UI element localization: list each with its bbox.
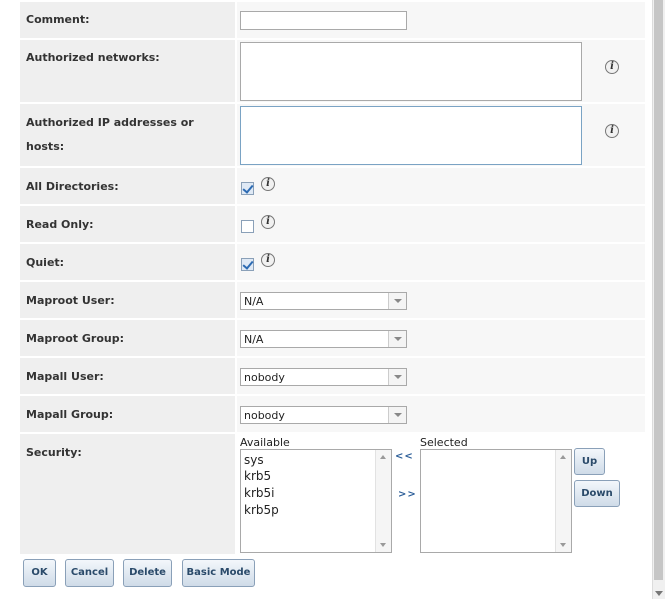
mapall-group-select[interactable]: nobody: [240, 406, 407, 424]
chevron-down-icon[interactable]: [388, 293, 406, 309]
authorized-networks-textarea[interactable]: [240, 42, 582, 101]
mapall-user-select[interactable]: nobody: [240, 368, 407, 386]
scrollbar-thumb[interactable]: [654, 0, 663, 580]
row-quiet: Quiet: i: [20, 244, 645, 282]
info-icon[interactable]: i: [261, 215, 275, 229]
mapall-group-label: Mapall Group:: [26, 408, 114, 421]
row-mapall-user: Mapall User: nobody: [20, 358, 645, 396]
scroll-down-icon[interactable]: [380, 543, 386, 547]
maproot-group-select[interactable]: N/A: [240, 330, 407, 348]
mapall-group-value: nobody: [244, 409, 285, 422]
down-button[interactable]: Down: [574, 480, 620, 507]
ok-button[interactable]: OK: [23, 559, 56, 587]
scroll-up-icon[interactable]: [380, 455, 386, 459]
list-item[interactable]: krb5i: [244, 485, 274, 501]
cancel-button[interactable]: Cancel: [65, 559, 114, 587]
delete-button[interactable]: Delete: [123, 559, 172, 587]
up-button[interactable]: Up: [574, 448, 605, 475]
chevron-down-icon[interactable]: [388, 369, 406, 385]
mapall-user-value: nobody: [244, 371, 285, 384]
row-maproot-user: Maproot User: N/A: [20, 282, 645, 320]
row-comment: Comment:: [20, 2, 645, 40]
all-directories-label: All Directories:: [26, 180, 119, 193]
authorized-hosts-textarea[interactable]: [240, 106, 582, 165]
row-maproot-group: Maproot Group: N/A: [20, 320, 645, 358]
quiet-label: Quiet:: [26, 256, 65, 269]
security-label: Security:: [26, 446, 82, 459]
maproot-group-label: Maproot Group:: [26, 332, 124, 345]
listbox-scrollbar[interactable]: [375, 450, 391, 552]
info-icon[interactable]: i: [261, 177, 275, 191]
available-label: Available: [240, 436, 290, 449]
comment-label: Comment:: [26, 13, 90, 26]
row-authorized-hosts: Authorized IP addresses or hosts: i: [20, 104, 645, 168]
maproot-user-select[interactable]: N/A: [240, 292, 407, 310]
row-all-directories: All Directories: i: [20, 168, 645, 206]
info-icon[interactable]: i: [261, 253, 275, 267]
mapall-user-label: Mapall User:: [26, 370, 104, 383]
list-item[interactable]: sys: [244, 452, 264, 468]
scroll-down-icon[interactable]: [655, 591, 663, 596]
basic-mode-button[interactable]: Basic Mode: [182, 559, 255, 587]
authorized-networks-label: Authorized networks:: [26, 51, 160, 64]
row-read-only: Read Only: i: [20, 206, 645, 244]
all-directories-checkbox[interactable]: [241, 182, 254, 195]
move-right-button[interactable]: >>: [398, 489, 417, 500]
chevron-down-icon[interactable]: [388, 331, 406, 347]
row-mapall-group: Mapall Group: nobody: [20, 396, 645, 434]
listbox-scrollbar[interactable]: [555, 450, 571, 552]
maproot-group-value: N/A: [244, 333, 264, 346]
list-item[interactable]: krb5p: [244, 502, 279, 518]
available-listbox[interactable]: sys krb5 krb5i krb5p: [240, 449, 392, 553]
authorized-hosts-label: Authorized IP addresses or: [26, 116, 194, 129]
list-item[interactable]: krb5: [244, 468, 271, 484]
authorized-hosts-label-line2: hosts:: [26, 140, 65, 153]
row-authorized-networks: Authorized networks: i: [20, 40, 645, 104]
move-left-button[interactable]: <<: [395, 451, 414, 462]
quiet-checkbox[interactable]: [241, 258, 254, 271]
row-security: Security: Available Selected sys krb5 kr…: [20, 434, 645, 556]
info-icon[interactable]: i: [605, 124, 619, 138]
page-scrollbar[interactable]: [652, 0, 665, 599]
selected-listbox[interactable]: [420, 449, 572, 553]
comment-input[interactable]: [240, 11, 407, 30]
read-only-label: Read Only:: [26, 218, 94, 231]
maproot-user-value: N/A: [244, 295, 264, 308]
read-only-checkbox[interactable]: [241, 220, 254, 233]
scroll-down-icon[interactable]: [560, 543, 566, 547]
maproot-user-label: Maproot User:: [26, 294, 115, 307]
selected-label: Selected: [420, 436, 468, 449]
chevron-down-icon[interactable]: [388, 407, 406, 423]
info-icon[interactable]: i: [605, 60, 619, 74]
scroll-up-icon[interactable]: [560, 455, 566, 459]
